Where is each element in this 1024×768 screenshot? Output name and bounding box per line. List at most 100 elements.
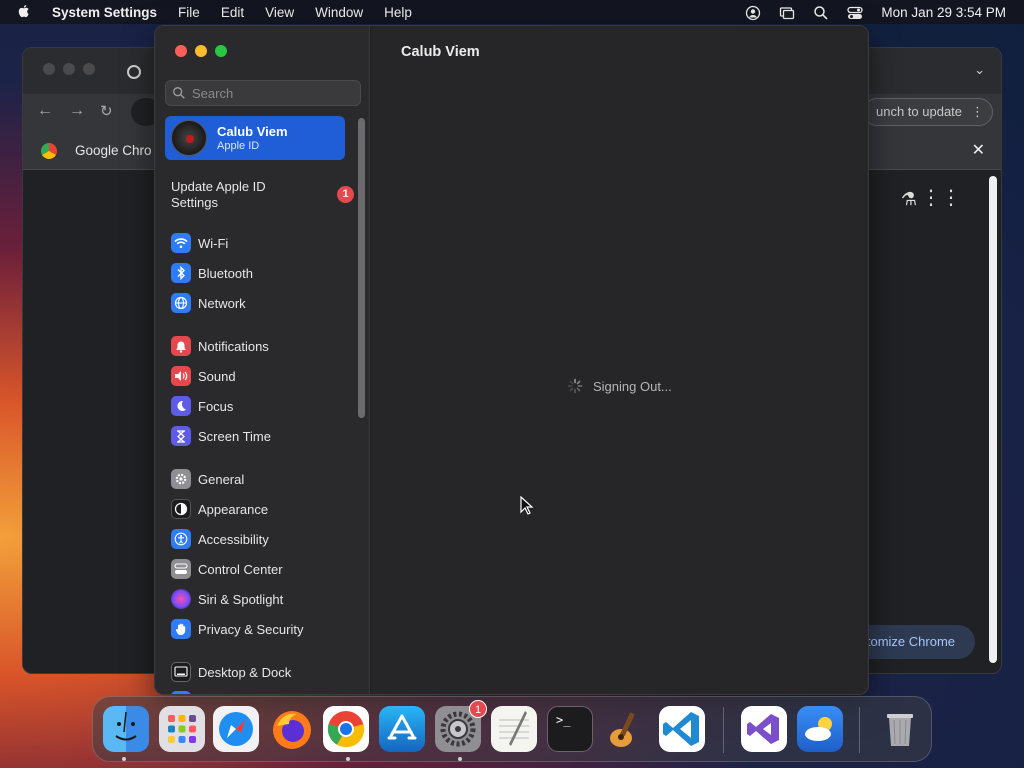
menu-view[interactable]: View [265,5,294,20]
reload-icon[interactable]: ↻ [100,102,113,120]
search-field[interactable] [165,80,361,106]
sidebar-item-appearance[interactable]: Appearance [171,498,351,520]
menu-edit[interactable]: Edit [221,5,244,20]
spinner-icon [567,378,583,394]
sidebar-item-update-apple-id[interactable]: Update Apple ID Settings 1 [171,179,356,213]
dock-chrome-icon[interactable] [323,706,369,752]
chrome-scrollbar[interactable] [989,176,997,663]
sidebar-item-privacy-security[interactable]: Privacy & Security [171,618,351,640]
dock-running-indicator [458,757,462,761]
chrome-minimize-button[interactable] [63,63,75,75]
close-icon[interactable]: ✕ [972,140,985,160]
moon-icon [171,396,191,416]
chrome-tab-favicon-icon [127,65,141,79]
dock-running-indicator [122,757,126,761]
sidebar-item-network[interactable]: Network [171,292,351,314]
sidebar-item-label: Sound [198,368,236,384]
dock-terminal-icon[interactable]: >_ [547,706,593,752]
back-icon[interactable]: ← [37,102,53,120]
dock-app-store-icon[interactable] [379,706,425,752]
sidebar-item-label: Desktop & Dock [198,664,292,680]
hand-icon [171,619,191,639]
sidebar-item-screen-time[interactable]: Screen Time [171,425,351,447]
chrome-zoom-button[interactable] [83,63,95,75]
wifi-icon [171,233,191,253]
sidebar-item-siri-spotlight[interactable]: Siri & Spotlight [171,588,351,610]
dock-running-indicator [346,757,350,761]
speaker-icon [171,366,191,386]
chevron-down-icon[interactable]: ⌄ [974,62,985,78]
menu-file[interactable]: File [178,5,200,20]
accessibility-icon [171,529,191,549]
page-title: Calub Viem [401,44,480,60]
dock-garageband-icon[interactable] [603,706,649,752]
dock-firefox-icon[interactable] [269,706,315,752]
close-window-button[interactable] [175,45,187,57]
menubar-clock[interactable]: Mon Jan 29 3:54 PM [881,5,1006,20]
minimize-window-button[interactable] [195,45,207,57]
dock-vscode-icon[interactable] [659,706,705,752]
terminal-prompt-icon: >_ [556,713,571,727]
control-center-icon[interactable] [847,5,864,19]
sidebar-item-wifi[interactable]: Wi-Fi [171,232,351,254]
apps-grid-icon[interactable]: ⋮⋮ [921,185,961,210]
apple-menu-icon[interactable] [16,3,40,22]
dock-textedit-icon[interactable] [491,706,537,752]
more-vertical-icon[interactable]: ⋮ [971,99,984,125]
sidebar-item-label: Wi-Fi [198,235,229,251]
mouse-cursor-icon [520,496,534,515]
desktop-icon [171,662,191,682]
sidebar-item-notifications[interactable]: Notifications [171,335,351,357]
dock-separator [723,707,724,753]
sidebar-item-focus[interactable]: Focus [171,395,351,417]
sidebar-item-label: Bluetooth [198,265,253,281]
chrome-update-label: unch to update [876,104,963,119]
screen-mirroring-icon[interactable] [779,5,795,20]
customize-chrome-label: tomize Chrome [866,634,955,649]
sidebar-item-label: Screen Time [198,428,271,444]
sidebar-item-label: Control Center [198,561,283,577]
globe-icon [171,293,191,313]
dock-visual-studio-icon[interactable] [741,706,787,752]
hourglass-icon [171,426,191,446]
dock-trash-icon[interactable] [877,706,923,752]
dock-safari-icon[interactable] [213,706,259,752]
menu-app-name[interactable]: System Settings [52,5,157,20]
search-input[interactable] [192,85,352,101]
sidebar-item-bluetooth[interactable]: Bluetooth [171,262,351,284]
sidebar-item-label: Focus [198,398,234,414]
dock-finder-icon[interactable] [103,706,149,752]
menu-window[interactable]: Window [315,5,363,20]
sidebar-item-label: General [198,471,245,487]
sidebar-item-accessibility[interactable]: Accessibility [171,528,351,550]
labs-flask-icon[interactable]: ⚗ [901,189,917,210]
notification-badge: 1 [337,186,354,203]
account-name: Calub Viem [217,124,288,139]
menu-help[interactable]: Help [384,5,412,20]
spotlight-search-icon[interactable] [813,5,829,20]
main-pane: Calub Viem Signing Out... [371,26,868,694]
sidebar-item-label: Appearance [198,501,269,517]
avatar [171,120,207,156]
sidebar-item-sound[interactable]: Sound [171,365,351,387]
bell-icon [171,336,191,356]
customize-chrome-button[interactable]: tomize Chrome [855,625,975,659]
user-account-icon[interactable] [745,5,761,21]
sidebar-item-apple-id[interactable]: Calub Viem Apple ID [165,116,345,160]
sidebar-item-desktop-dock[interactable]: Desktop & Dock [171,661,351,683]
control-center-icon [171,559,191,579]
forward-icon[interactable]: → [69,102,85,120]
chrome-close-button[interactable] [43,63,55,75]
menu-bar: System Settings File Edit View Window He… [0,0,1024,24]
zoom-window-button[interactable] [215,45,227,57]
sidebar-item-control-center[interactable]: Control Center [171,558,351,580]
sidebar-item-label: Network [198,295,246,311]
sidebar-item-general[interactable]: General [171,468,351,490]
update-apple-id-label: Update Apple ID Settings [171,179,266,210]
dock-system-settings-icon[interactable]: 1 [435,700,487,752]
dock-weather-icon[interactable] [797,706,843,752]
chrome-tab-title[interactable]: Google Chro [75,143,152,158]
dock-launchpad-icon[interactable] [159,706,205,752]
chrome-update-button[interactable]: unch to update ⋮ [863,98,993,126]
sidebar-scrollbar[interactable] [358,118,365,418]
